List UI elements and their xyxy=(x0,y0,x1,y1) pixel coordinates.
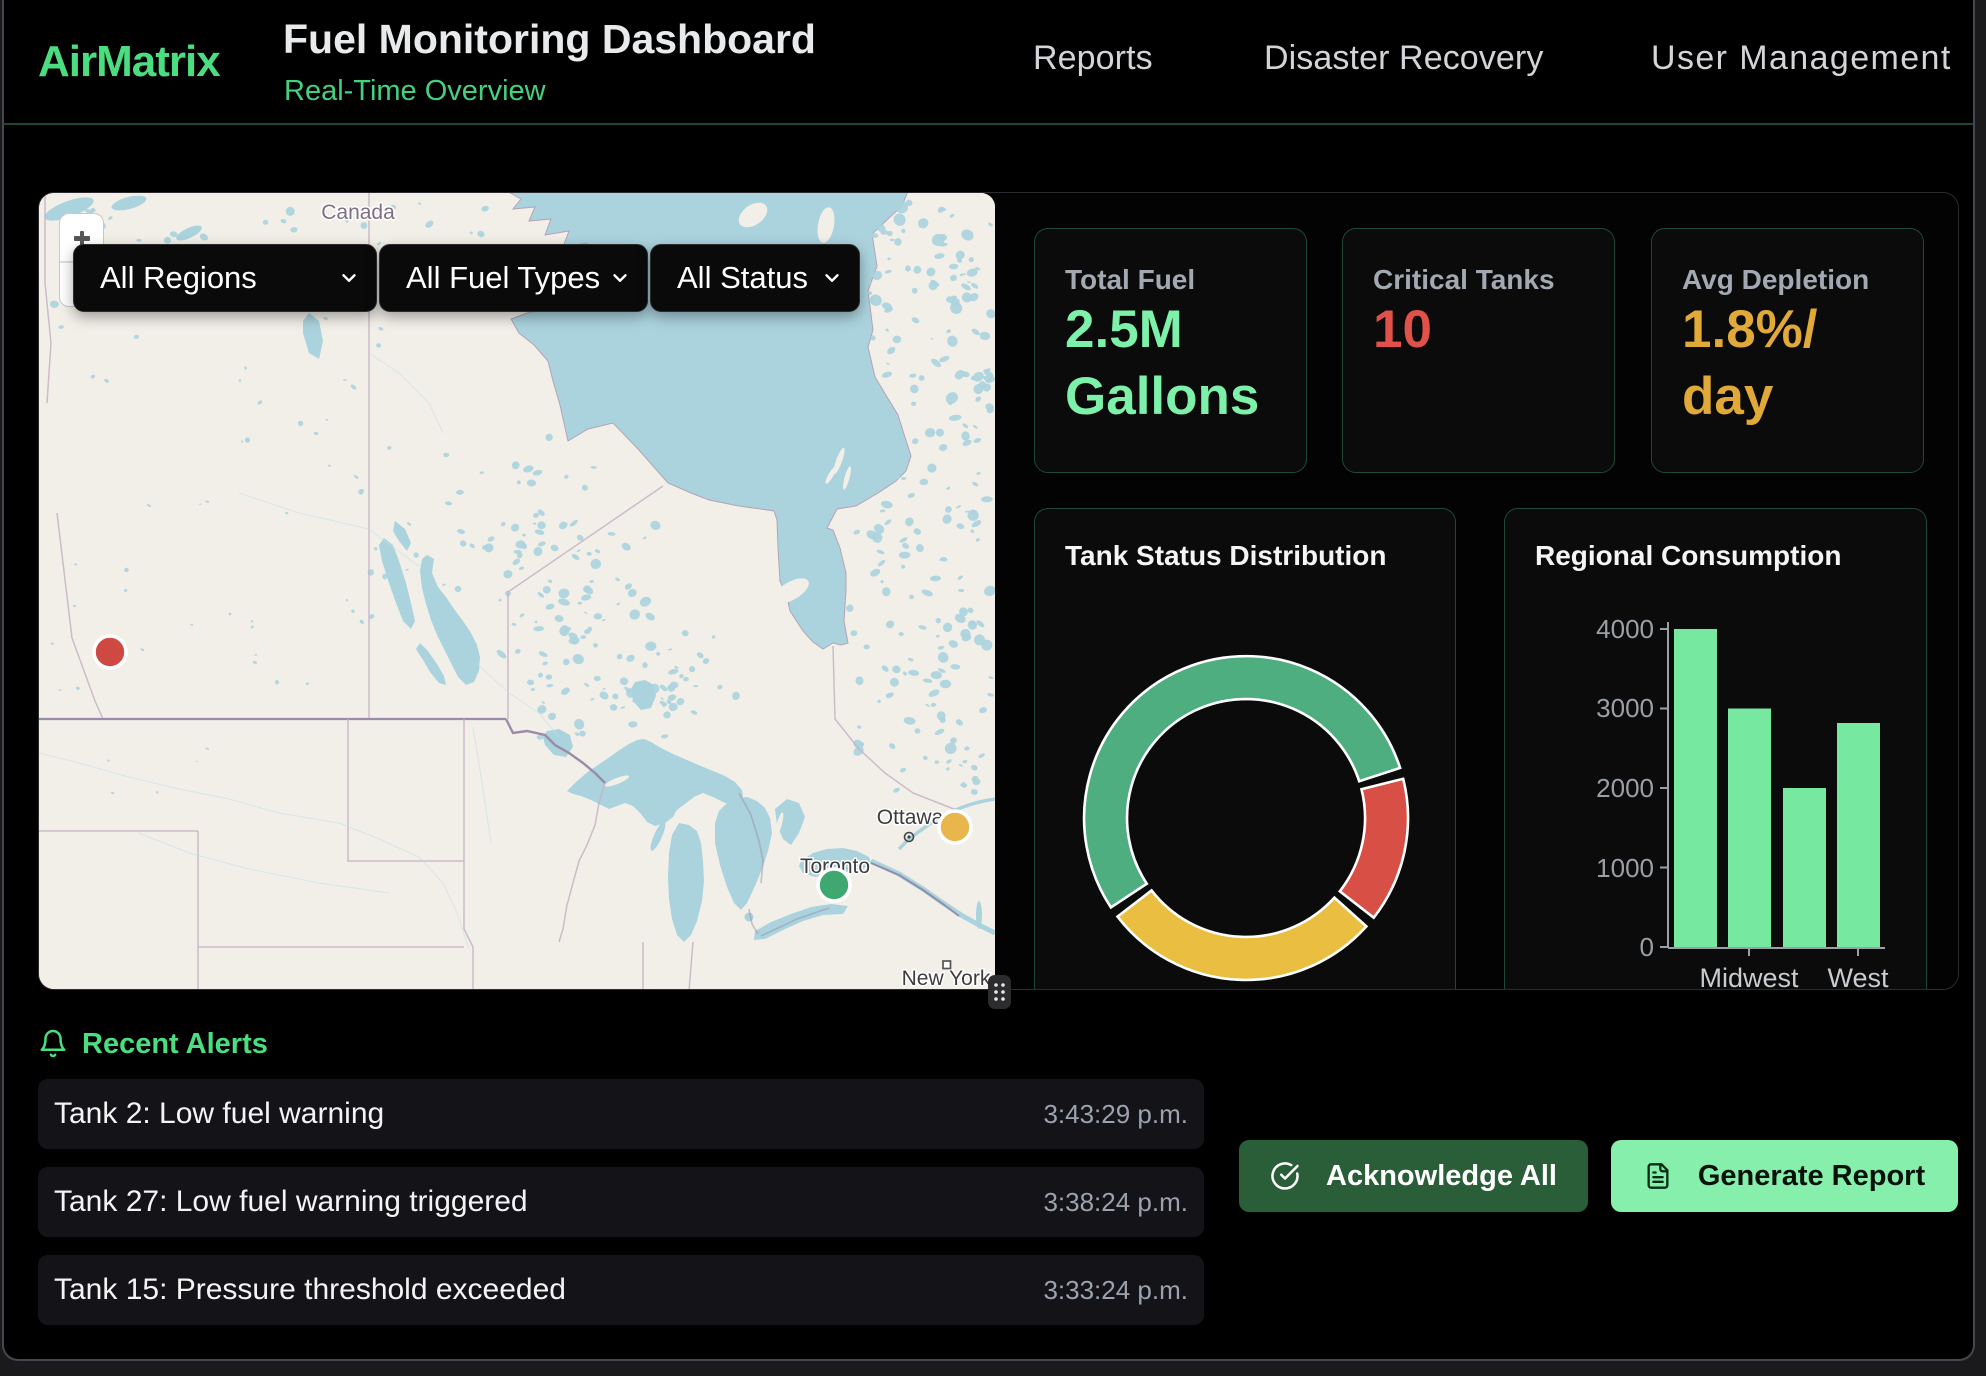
svg-text:Ottawa: Ottawa xyxy=(877,806,944,829)
svg-text:New York: New York xyxy=(902,967,991,990)
svg-text:0: 0 xyxy=(1640,932,1654,962)
svg-text:Canada: Canada xyxy=(321,201,395,224)
svg-text:1000: 1000 xyxy=(1596,853,1654,883)
svg-text:4000: 4000 xyxy=(1596,614,1654,644)
svg-text:2000: 2000 xyxy=(1596,773,1654,803)
svg-text:Midwest: Midwest xyxy=(1699,963,1799,990)
svg-text:West: West xyxy=(1827,963,1889,990)
svg-text:3000: 3000 xyxy=(1596,693,1654,723)
